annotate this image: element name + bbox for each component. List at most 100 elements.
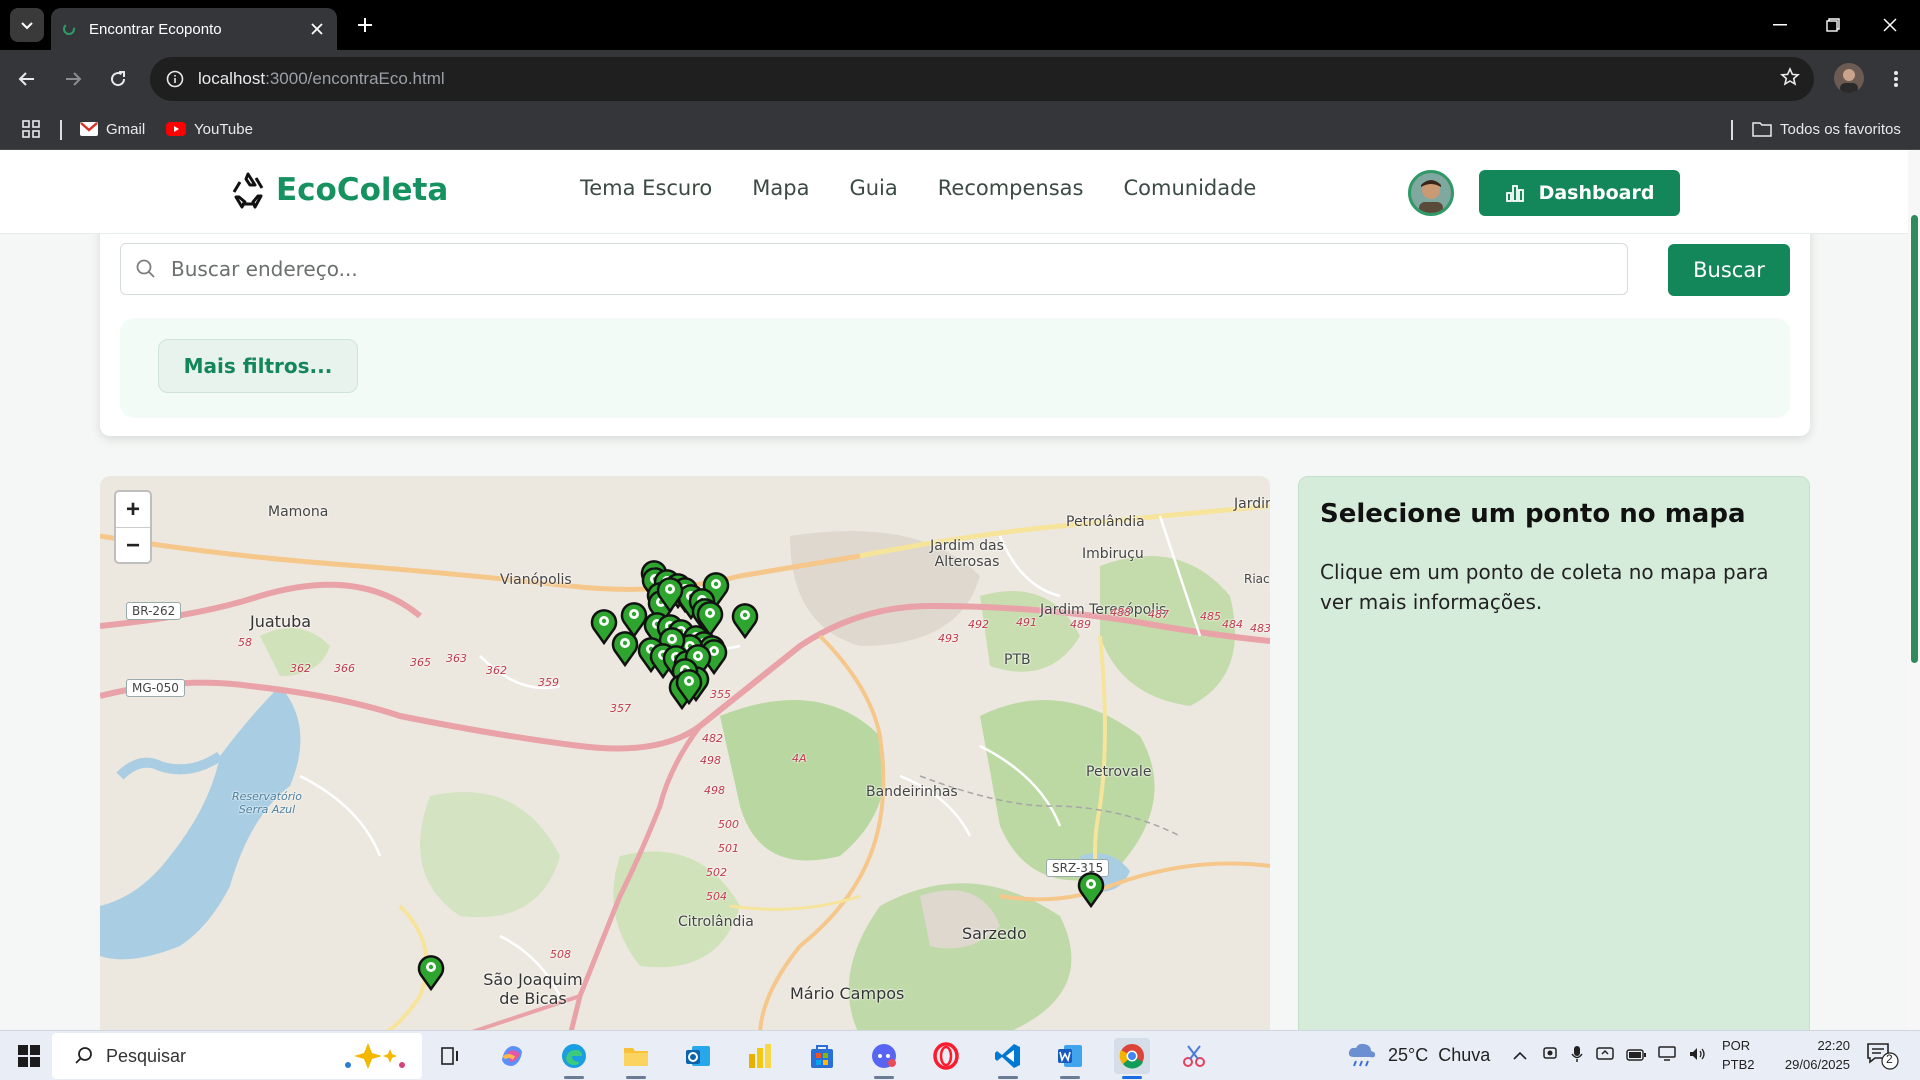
all-bookmarks-button[interactable]: Todos os favoritos (1752, 117, 1901, 141)
road-number-label: 365 (410, 656, 431, 669)
road-number-label: 363 (446, 652, 467, 665)
vscode-icon[interactable] (990, 1038, 1026, 1079)
store-icon[interactable] (804, 1038, 840, 1074)
outlook-icon[interactable] (680, 1038, 716, 1074)
forward-button[interactable] (55, 61, 91, 97)
page-scrollbar[interactable] (1908, 150, 1920, 1030)
brand-logo[interactable]: EcoColeta (228, 170, 448, 210)
windows-taskbar: Pesquisar 25°C Chuva POR PTB2 22:20 29/0… (0, 1030, 1920, 1080)
notification-center-icon[interactable]: 2 (1866, 1041, 1900, 1076)
camera-icon[interactable] (1542, 1045, 1558, 1068)
reload-button[interactable] (100, 61, 136, 97)
snipping-tool-icon[interactable] (1176, 1038, 1212, 1074)
tab-favicon-icon (61, 21, 77, 37)
site-info-icon[interactable] (164, 68, 186, 90)
volume-icon[interactable] (1688, 1046, 1706, 1067)
back-button[interactable] (9, 61, 45, 97)
ecopoint-map[interactable]: + − Mamona Vianópolis Juatuba Jardim das… (100, 476, 1270, 1030)
taskbar-search[interactable]: Pesquisar (52, 1033, 422, 1079)
minimize-button[interactable] (1750, 0, 1810, 50)
windows-start-icon[interactable] (18, 1045, 40, 1072)
map-label: São Joaquim de Bicas (483, 970, 583, 1008)
microphone-icon[interactable] (1570, 1045, 1584, 1068)
map-label: Reservatório Serra Azul (232, 790, 303, 816)
chevron-up-icon[interactable] (1512, 1048, 1528, 1066)
scrollbar-thumb[interactable] (1911, 215, 1918, 663)
address-bar[interactable]: localhost:3000/encontraEco.html (150, 57, 1814, 101)
map-label: Jardim das Alterosas (930, 538, 1004, 570)
browser-tab-bar: Encontrar Ecoponto (0, 0, 1920, 50)
task-view-icon[interactable] (432, 1038, 468, 1074)
more-vertical-icon (1894, 71, 1898, 87)
nav-dark-theme[interactable]: Tema Escuro (580, 176, 712, 200)
main-nav: Tema Escuro Mapa Guia Recompensas Comuni… (580, 176, 1296, 200)
search-icon (74, 1046, 94, 1066)
plus-icon (358, 18, 372, 32)
close-icon (1883, 18, 1897, 32)
zoom-out-button[interactable]: − (116, 528, 150, 564)
road-number-label: 502 (706, 866, 727, 879)
nav-guide[interactable]: Guia (849, 176, 897, 200)
close-window-button[interactable] (1860, 0, 1920, 50)
bookmark-star-icon[interactable] (1780, 66, 1800, 92)
weather-widget[interactable]: 25°C Chuva (1346, 1041, 1490, 1069)
nav-rewards[interactable]: Recompensas (938, 176, 1084, 200)
map-label: Mário Campos (790, 984, 905, 1003)
dashboard-label: Dashboard (1538, 182, 1655, 204)
search-button[interactable]: Buscar (1668, 244, 1790, 296)
tab-search-button[interactable] (10, 8, 44, 42)
screen-share-icon[interactable] (1596, 1046, 1614, 1067)
close-tab-icon[interactable] (307, 19, 327, 39)
ecopoint-marker-icon[interactable] (417, 953, 445, 991)
taskbar-search-label: Pesquisar (106, 1045, 187, 1066)
reload-icon (111, 71, 126, 87)
clock[interactable]: 22:20 29/06/2025 (1780, 1036, 1850, 1074)
copilot-icon[interactable] (494, 1038, 530, 1074)
battery-icon[interactable] (1626, 1048, 1646, 1066)
chrome-icon[interactable] (1114, 1038, 1150, 1079)
road-number-label: 491 (1016, 616, 1037, 629)
road-number-label: 359 (538, 676, 559, 689)
ecopoint-marker-icon[interactable] (656, 575, 684, 613)
tab-title: Encontrar Ecoponto (89, 20, 222, 38)
road-number-label: 508 (550, 948, 571, 961)
road-number-label: 493 (938, 632, 959, 645)
bookmark-youtube[interactable]: YouTube (166, 117, 253, 141)
apps-icon[interactable] (22, 117, 40, 141)
file-explorer-icon[interactable] (618, 1038, 654, 1079)
more-filters-button[interactable]: Mais filtros... (158, 339, 358, 393)
keyboard-layout: PTB2 (1722, 1057, 1755, 1072)
input-language[interactable]: POR PTB2 (1722, 1036, 1755, 1074)
map-label: PTB (1004, 652, 1031, 668)
map-label: Vianópolis (500, 572, 572, 588)
road-number-label: 4A (792, 752, 807, 765)
address-search-input[interactable]: Buscar endereço... (120, 243, 1628, 295)
ecopoint-marker-icon[interactable] (731, 601, 759, 639)
user-avatar[interactable] (1408, 170, 1454, 216)
profile-avatar[interactable] (1834, 63, 1864, 93)
map-label: Sarzedo (962, 924, 1027, 943)
word-icon[interactable] (1052, 1038, 1088, 1079)
opera-icon[interactable] (928, 1038, 964, 1074)
nav-community[interactable]: Comunidade (1123, 176, 1256, 200)
new-tab-button[interactable] (352, 12, 378, 38)
arrow-left-icon (18, 72, 34, 86)
active-tab[interactable]: Encontrar Ecoponto (51, 8, 337, 50)
bookmark-label: Gmail (106, 120, 146, 138)
ecopoint-marker-icon[interactable] (1077, 870, 1105, 908)
browser-menu-button[interactable] (1878, 61, 1914, 97)
zoom-in-button[interactable]: + (116, 492, 150, 528)
page-viewport: Buscar endereço... Buscar Mais filtros..… (0, 150, 1920, 1030)
edge-icon[interactable] (556, 1038, 592, 1079)
filters-panel (120, 318, 1790, 418)
dashboard-button[interactable]: Dashboard (1479, 170, 1680, 216)
ecopoint-marker-icon[interactable] (675, 667, 703, 705)
road-number-label: 58 (238, 636, 252, 649)
network-icon[interactable] (1658, 1046, 1676, 1067)
nav-map[interactable]: Mapa (752, 176, 809, 200)
restore-button[interactable] (1803, 0, 1863, 50)
discord-icon[interactable] (866, 1038, 902, 1079)
bookmark-gmail[interactable]: Gmail (80, 117, 145, 141)
power-bi-icon[interactable] (742, 1038, 778, 1074)
ecopoint-marker-icon[interactable] (590, 607, 618, 645)
